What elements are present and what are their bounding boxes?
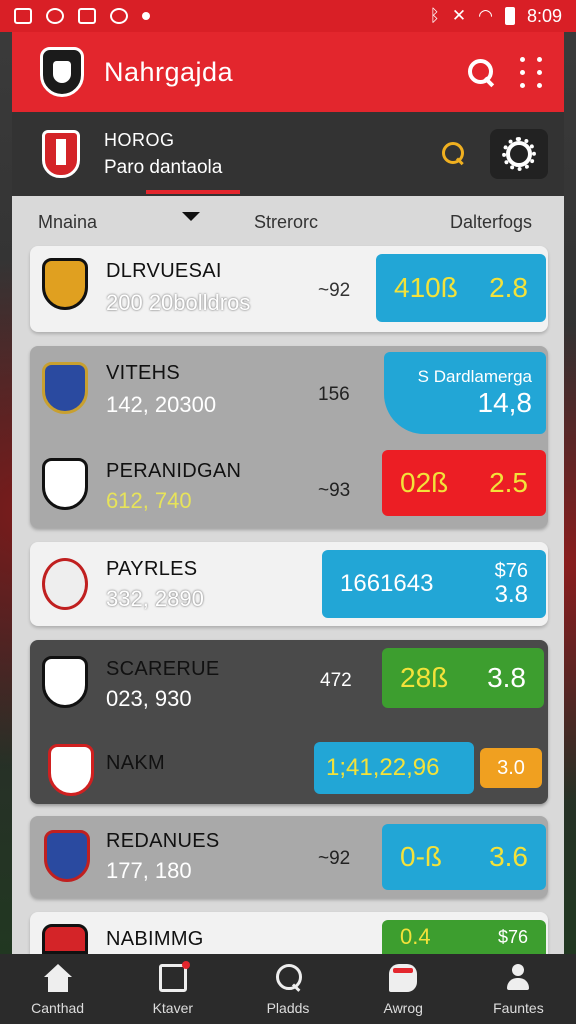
nav-item-chat[interactable]: Awrog <box>346 954 461 1024</box>
nav-label: Pladds <box>266 1000 310 1016</box>
league-search-icon[interactable] <box>442 142 466 166</box>
nav-item-search[interactable]: Pladds <box>230 954 345 1024</box>
nav-label: Awrog <box>383 1000 423 1016</box>
odds-button[interactable]: 410ß 2.8 <box>376 254 546 322</box>
league-subtitle: Paro dantaola <box>104 156 223 178</box>
team-name: NAKM <box>106 752 165 774</box>
team-logo-icon <box>42 258 88 310</box>
team-logo-icon <box>44 830 90 882</box>
search-icon <box>274 964 302 992</box>
match-value: ~92 <box>318 280 351 301</box>
gear-icon <box>502 137 536 171</box>
odds-button[interactable]: 3.0 <box>480 748 542 788</box>
team-name: PERANIDGAN <box>106 460 242 482</box>
dot-icon <box>142 12 150 20</box>
team-stat: 023, 930 <box>106 686 192 711</box>
team-name: REDANUES <box>106 830 220 852</box>
calendar-icon <box>158 961 190 992</box>
team-name: SCARERUE <box>106 658 220 680</box>
team-stat: 200 20bolldros <box>106 290 251 315</box>
bottom-navigation: Canthad Ktaver Pladds Awrog Fauntes <box>0 954 576 1024</box>
nav-label: Fauntes <box>493 1000 544 1016</box>
odds-home: 410ß <box>394 272 458 303</box>
tab-indicator <box>146 190 240 194</box>
odds-away: 2.8 <box>489 272 528 303</box>
odds-home: 28ß <box>400 662 449 693</box>
odds-button[interactable]: 28ß 3.8 <box>382 648 544 708</box>
odds-away: 3.0 <box>497 756 525 779</box>
odds-home: 1;41,22,96 <box>326 754 440 781</box>
settings-button[interactable] <box>490 129 548 179</box>
odds-away: 14,8 <box>477 387 533 418</box>
column-header-1[interactable]: Mnaina <box>38 212 97 233</box>
nav-item-calendar[interactable]: Ktaver <box>115 954 230 1024</box>
bluetooth-icon: ᛒ <box>429 6 440 25</box>
team-name: DLRVUESAI <box>106 260 222 282</box>
team-name: NABIMMG <box>106 928 204 950</box>
notification-icon <box>14 8 32 24</box>
sync-icon <box>110 8 128 24</box>
team-logo-icon <box>42 362 88 414</box>
odds-button[interactable]: S Dardlamerga 14,8 <box>384 352 546 434</box>
user-icon <box>504 964 532 992</box>
team-logo-icon <box>42 656 88 708</box>
odds-away: 3.8 <box>487 662 526 693</box>
column-headers: Mnaina Strerorc Dalterfogs <box>12 212 564 238</box>
chat-icon <box>389 964 418 992</box>
team-logo-icon <box>42 558 88 610</box>
team-stat: 177, 180 <box>106 858 192 883</box>
odds-button[interactable]: 1;41,22,96 <box>314 742 474 794</box>
odds-button[interactable]: 1661643 $76 3.8 <box>322 550 546 618</box>
odds-home: 0.4 <box>400 924 431 949</box>
search-icon[interactable] <box>468 59 494 85</box>
match-value: 472 <box>320 670 352 691</box>
nav-item-profile[interactable]: Fauntes <box>461 954 576 1024</box>
more-options-icon[interactable] <box>520 56 542 88</box>
odds-away: 2.5 <box>489 467 528 498</box>
signal-icon: ✕ <box>451 6 467 25</box>
team-logo-icon <box>42 458 88 510</box>
clock: 8:09 <box>526 5 562 26</box>
home-icon <box>43 964 72 992</box>
odds-top: $76 <box>497 926 528 947</box>
column-header-2[interactable]: Strerorc <box>254 212 318 233</box>
team-stat: 612, 740 <box>106 488 192 513</box>
nav-item-home[interactable]: Canthad <box>0 954 115 1024</box>
odds-button[interactable]: 0.4 $76 <box>382 920 546 954</box>
league-crest-icon <box>42 130 80 178</box>
match-value: 156 <box>318 384 350 405</box>
alert-icon <box>46 8 64 24</box>
odds-top: $76 <box>494 559 528 582</box>
nav-label: Ktaver <box>152 1000 194 1016</box>
match-value: ~93 <box>318 480 351 501</box>
chevron-down-icon[interactable] <box>182 212 200 221</box>
match-value: ~92 <box>318 848 351 869</box>
league-header: HOROG Paro dantaola <box>12 112 564 196</box>
nav-label: Canthad <box>31 1000 85 1016</box>
status-bar: ᛒ ✕ ◠ 8:09 <box>0 0 576 32</box>
club-crest-icon <box>40 47 84 97</box>
team-logo-icon <box>48 744 94 796</box>
odds-button[interactable]: 0-ß 3.6 <box>382 824 546 890</box>
battery-icon <box>504 7 515 25</box>
odds-home: 0-ß <box>400 841 442 872</box>
column-header-3[interactable]: Dalterfogs <box>450 212 532 233</box>
wifi-icon: ◠ <box>478 6 493 25</box>
app-title: Nahrgajda <box>104 56 234 87</box>
odds-home: 1661643 <box>340 570 434 597</box>
odds-away: 3.6 <box>489 841 528 872</box>
team-logo-icon <box>42 924 88 954</box>
league-title: HOROG <box>104 129 175 150</box>
message-icon <box>78 8 96 24</box>
team-name: PAYRLES <box>106 558 198 580</box>
team-name: VITEHS <box>106 362 181 384</box>
odds-button[interactable]: 02ß 2.5 <box>382 450 546 516</box>
odds-label: S Dardlamerga <box>417 367 532 386</box>
app-bar: Nahrgajda <box>12 32 564 112</box>
odds-away: 3.8 <box>494 580 528 608</box>
team-stat: 332, 2890 <box>106 586 204 611</box>
team-stat: 142, 20300 <box>106 392 217 417</box>
odds-home: 02ß <box>400 467 449 498</box>
